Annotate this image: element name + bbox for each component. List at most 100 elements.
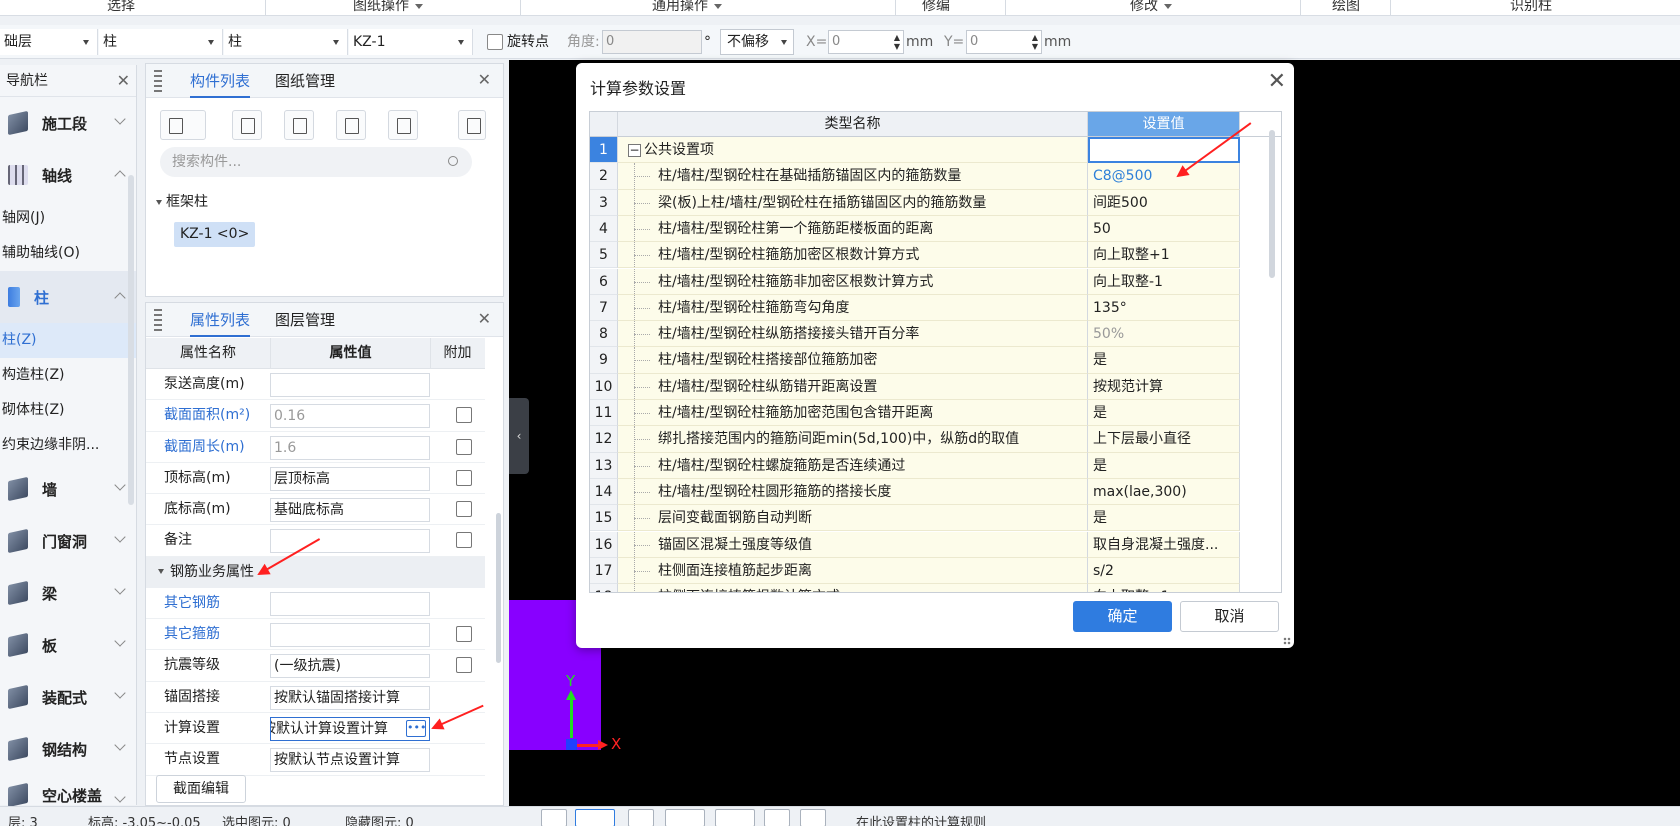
point-tool-icon[interactable] (715, 809, 755, 826)
setting-value[interactable]: 上下层最小直径 (1088, 426, 1240, 453)
settings-row[interactable]: 15 层间变截面钢筋自动判断 是 (590, 505, 1281, 532)
tree-group-frame-column[interactable]: 框架柱 (156, 191, 208, 211)
settings-row[interactable]: 17 柱侧面连接植筋起步距离 s/2 (590, 557, 1281, 585)
property-value-field[interactable]: 基础底标高 (270, 498, 430, 523)
ribbon-group-drawing-ops[interactable]: 图纸操作 (353, 0, 423, 15)
settings-row[interactable]: 13 柱/墙柱/型钢砼柱螺旋箍筋是否连续通过 是 (590, 452, 1281, 479)
setting-value[interactable]: 向上取整+1 (1088, 242, 1240, 269)
settings-row[interactable]: 3 梁(板)上柱/墙柱/型钢砼柱在插筋锚固区内的箍筋数量 间距500 (590, 189, 1281, 216)
nav-category-axis[interactable]: 轴线 (0, 149, 136, 201)
close-icon[interactable]: ✕ (117, 65, 130, 97)
cross-select-icon[interactable] (628, 809, 654, 826)
angle-input[interactable]: 0 (602, 30, 702, 54)
property-value-field[interactable] (270, 591, 430, 616)
setting-value[interactable]: 是 (1088, 505, 1240, 532)
property-value-field[interactable] (270, 623, 430, 648)
property-group-rebar[interactable]: 钢筋业务属性 (146, 556, 485, 588)
ellipsis-button[interactable]: ••• (406, 719, 426, 737)
nav-scrollbar[interactable] (128, 175, 134, 505)
new-component-button[interactable] (160, 110, 206, 140)
section-edit-button[interactable]: 截面编辑 (156, 775, 246, 803)
tab-property-list[interactable]: 属性列表 (190, 303, 251, 337)
nav-category-openings[interactable]: 门窗洞 (0, 515, 136, 567)
line-tool-icon[interactable] (665, 809, 705, 826)
x-offset-input[interactable]: 0 ▲ ▼ (828, 30, 904, 54)
subtype-select[interactable]: 柱 (224, 29, 348, 55)
setting-value[interactable]: 取自身混凝土强度... (1088, 531, 1240, 558)
copy-component-button[interactable] (232, 110, 262, 140)
settings-row[interactable]: 1− 公共设置项 (590, 137, 1281, 164)
more-tools-button[interactable] (458, 110, 486, 140)
setting-value[interactable]: s/2 (1088, 557, 1240, 585)
ribbon-group-draw[interactable]: 绘图 (1332, 0, 1360, 15)
nav-item-masonry-column[interactable]: 砌体柱(Z) (0, 393, 136, 428)
setting-value[interactable]: 向上取整+1 (1088, 584, 1240, 592)
settings-row[interactable]: 5 柱/墙柱/型钢砼柱箍筋加密区根数计算方式 向上取整+1 (590, 242, 1281, 269)
collapse-minus-icon[interactable]: − (628, 144, 641, 157)
y-offset-input[interactable]: 0 ▲ ▼ (966, 30, 1042, 54)
category-select[interactable]: 柱 (99, 29, 223, 55)
property-value-field[interactable] (270, 529, 430, 554)
ribbon-group-identify-column[interactable]: 识别柱 (1510, 0, 1552, 15)
component-search-input[interactable]: 搜索构件... (160, 147, 472, 177)
component-select[interactable]: KZ-1 (349, 29, 473, 55)
settings-row[interactable]: 8 柱/墙柱/型钢砼柱纵筋搭接接头错开百分率 50% (590, 321, 1281, 348)
duplicate-floor-button[interactable] (336, 110, 366, 140)
ribbon-group-common-ops[interactable]: 通用操作 (652, 0, 722, 15)
nav-item-column[interactable]: 柱(Z) (0, 323, 136, 358)
offset-select[interactable]: 不偏移 (720, 29, 794, 55)
nav-item-aux-axis[interactable]: 辅助轴线(O) (0, 236, 136, 271)
settings-row[interactable]: 4 柱/墙柱/型钢砼柱第一个箍筋距楼板面的距离 50 (590, 215, 1281, 243)
ortho-icon[interactable] (800, 809, 826, 826)
nav-category-beam[interactable]: 梁 (0, 567, 136, 619)
nav-item-boundary-column[interactable]: 约束边缘非阴... (0, 428, 136, 463)
tab-component-list[interactable]: 构件列表 (190, 64, 251, 98)
nav-category-slab[interactable]: 板 (0, 619, 136, 671)
settings-row[interactable]: 7 柱/墙柱/型钢砼柱箍筋弯勾角度 135° (590, 294, 1281, 322)
settings-row[interactable]: 9 柱/墙柱/型钢砼柱搭接部位箍筋加密 是 (590, 347, 1281, 374)
drag-handle-icon[interactable] (154, 70, 162, 92)
property-value-field[interactable]: (一级抗震) (270, 654, 430, 679)
delete-component-button[interactable] (284, 110, 314, 140)
drag-handle-icon[interactable] (154, 309, 162, 331)
nav-category-steel[interactable]: 钢结构 (0, 723, 136, 775)
extra-checkbox[interactable] (456, 501, 472, 518)
setting-value[interactable] (1088, 137, 1240, 164)
extra-checkbox[interactable] (456, 438, 472, 455)
extra-checkbox[interactable] (456, 626, 472, 643)
extra-checkbox[interactable] (456, 407, 472, 424)
spinner-icon[interactable]: ▲ ▼ (1032, 33, 1038, 51)
tree-item-kz1[interactable]: KZ-1 <0> (174, 222, 256, 247)
collapse-panel-button[interactable]: ‹ (509, 398, 529, 474)
setting-value[interactable]: 是 (1088, 400, 1240, 427)
rotate-point-checkbox[interactable] (487, 34, 503, 50)
nav-category-column[interactable]: 柱 (0, 271, 136, 323)
nav-category-wall[interactable]: 墙 (0, 463, 136, 515)
setting-value[interactable]: 135° (1088, 294, 1240, 322)
close-icon[interactable]: ✕ (1268, 71, 1286, 93)
cancel-button[interactable]: 取消 (1180, 601, 1279, 632)
settings-row[interactable]: 6 柱/墙柱/型钢砼柱箍筋非加密区根数计算方式 向上取整-1 (590, 268, 1281, 295)
setting-value[interactable]: 向上取整-1 (1088, 268, 1240, 295)
tab-drawing-management[interactable]: 图纸管理 (275, 64, 335, 98)
property-value-field[interactable]: 按默认节点设置计算 (270, 748, 430, 773)
save-template-button[interactable] (388, 110, 418, 140)
setting-value[interactable]: 是 (1088, 452, 1240, 479)
ribbon-group-select[interactable]: 选择 (107, 0, 135, 15)
ok-button[interactable]: 确定 (1073, 601, 1172, 632)
nav-item-constructional-column[interactable]: 构造柱(Z) (0, 358, 136, 393)
nav-category-construction-stage[interactable]: 施工段 (0, 97, 136, 149)
spinner-icon[interactable]: ▲ ▼ (894, 33, 900, 51)
close-icon[interactable]: ✕ (478, 309, 491, 328)
setting-value[interactable]: C8@500 (1088, 163, 1240, 190)
extra-checkbox[interactable] (456, 657, 472, 674)
nav-item-axis-grid[interactable]: 轴网(J) (0, 201, 136, 236)
property-value-field[interactable]: 层顶标高 (270, 466, 430, 491)
select-mode-icon[interactable] (575, 809, 615, 826)
property-value-field[interactable] (270, 373, 430, 397)
ribbon-group-modify[interactable]: 修改 (1130, 0, 1172, 15)
grid-scrollbar[interactable] (1269, 130, 1275, 278)
settings-row[interactable]: 10 柱/墙柱/型钢砼柱纵筋错开距离设置 按规范计算 (590, 373, 1281, 400)
settings-row[interactable]: 18 柱侧面连接植筋根数计算方式 向上取整+1 (590, 584, 1281, 592)
ribbon-group-edit[interactable]: 修编 (922, 0, 950, 15)
